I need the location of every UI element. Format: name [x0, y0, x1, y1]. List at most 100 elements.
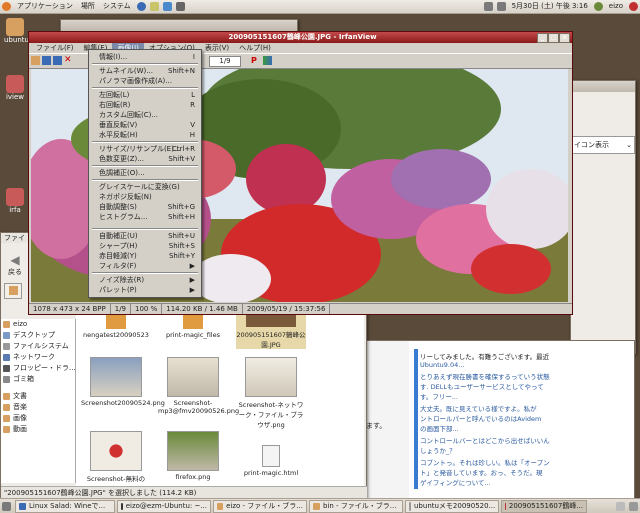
sidebar-item-home[interactable]: eizo [1, 319, 75, 330]
blog-line[interactable]: しょうか_？ [420, 445, 456, 455]
location-toggle-button[interactable] [4, 283, 22, 299]
sidebar-item-pictures[interactable]: 画像 [1, 413, 75, 424]
menu-item-rotate-right[interactable]: 右回転(R) R [89, 100, 201, 110]
open-icon[interactable] [31, 56, 40, 65]
volume-icon[interactable] [496, 2, 506, 11]
menu-item-negative[interactable]: ネガポジ反転(N) [89, 192, 201, 202]
menu-item-palette[interactable]: パレット(P) ▶ [89, 285, 201, 295]
menu-view[interactable]: 表示(V) [200, 43, 234, 53]
file-item-selected[interactable]: 200905151607鶴峰公園.JPG [236, 313, 306, 349]
blog-line[interactable]: ト」と発音しています。おっ、そうだ。現 [420, 467, 542, 477]
menu-item-info[interactable]: 情報(I)... I [89, 52, 201, 62]
desktop-icon-irfa[interactable]: irfa [4, 188, 26, 214]
minimize-icon[interactable]: _ [537, 33, 548, 43]
blog-line[interactable]: ゲイフィングについて... [420, 477, 491, 487]
print-icon[interactable]: P [251, 56, 260, 65]
menu-item-auto-correct[interactable]: 自動補正(U) Shift+U [89, 231, 201, 241]
menu-places[interactable]: 場所 [77, 0, 99, 13]
menu-item-resize[interactable]: リサイズ/リサンプル(E)... Ctrl+R [89, 144, 201, 154]
blog-line[interactable]: の画面下部... [420, 423, 459, 433]
sidebar-item-floppy[interactable]: フロッピー・ドラ... [1, 363, 75, 374]
show-desktop-icon[interactable] [2, 501, 11, 511]
file-item[interactable]: Screenshot20090524.png [81, 357, 165, 407]
menu-item-panorama[interactable]: パノラマ画像作成(A)... [89, 76, 201, 86]
menu-item-noise[interactable]: ノイズ除去(R) ▶ [89, 275, 201, 285]
thumbnails-icon[interactable] [263, 56, 272, 65]
menu-item-sharpen[interactable]: シャープ(H) Shift+S [89, 241, 201, 251]
power-icon[interactable] [629, 2, 638, 11]
background-window-titlebar[interactable] [61, 20, 297, 31]
menu-system[interactable]: システム [99, 0, 135, 13]
file-item[interactable]: nengatest20090523 [81, 315, 151, 339]
file-item[interactable]: print-magic.html [236, 431, 306, 477]
blog-line[interactable]: Ubuntu9.04... [420, 361, 464, 369]
irfanview-titlebar[interactable]: 200905151607鶴峰公園.JPG - IrfanView _ □ × [29, 32, 572, 43]
blog-line[interactable]: す。フリー... [420, 391, 458, 401]
save-icon[interactable] [42, 56, 51, 65]
sidebar-item-music[interactable]: 音楽 [1, 402, 75, 413]
network-icon[interactable] [483, 2, 493, 11]
blog-line[interactable]: とりあえず現在勝書を確保するっていう状態 [420, 371, 550, 381]
menu-item-custom-rotate[interactable]: カスタム回転(C)... [89, 110, 201, 120]
blog-line[interactable]: コブントっ。それは珍しい。私は「オープン [420, 457, 550, 467]
page-field[interactable]: 1/9 [209, 56, 241, 67]
folder-icon [106, 315, 126, 329]
menu-help[interactable]: ヘルプ(H) [234, 43, 276, 53]
delete-icon[interactable]: ✕ [64, 56, 73, 65]
menu-item-filters[interactable]: フィルタ(F) ▶ [89, 261, 201, 271]
file-item[interactable]: Screenshot-無料のオ... [81, 431, 151, 493]
firefox-icon[interactable] [136, 2, 146, 11]
blog-line[interactable]: 大丈夫。既に見えている様ですよ。私が [420, 403, 537, 413]
sidebar-item-filesystem[interactable]: ファイルシステム [1, 341, 75, 352]
menu-item-histogram[interactable]: ヒストグラム... Shift+H [89, 212, 201, 222]
mail-icon[interactable] [149, 2, 159, 11]
menu-item-red-eye[interactable]: 赤目軽減(Y) Shift+Y [89, 251, 201, 261]
sidebar-item-desktop[interactable]: デスクトップ [1, 330, 75, 341]
menu-item-flip-horizontal[interactable]: 水平反転(H) H [89, 130, 201, 140]
blog-line[interactable]: コントロールバーとはどこから出せばいいん [420, 435, 550, 445]
terminal-icon[interactable] [175, 2, 185, 11]
menu-file[interactable]: ファイル(F) [31, 43, 79, 53]
user-name[interactable]: eizo [605, 0, 627, 13]
task-ubuntu-memo[interactable]: ubuntuメモ20090520... [405, 499, 499, 513]
view-mode-select[interactable]: イコン表示 ⌄ [571, 136, 635, 154]
file-item[interactable]: Screenshot-mp3@fmv20090526.png [158, 357, 239, 415]
save-as-icon[interactable] [53, 56, 62, 65]
menu-item-flip-vertical[interactable]: 垂直反転(V) V [89, 120, 201, 130]
sidebar-item-network[interactable]: ネットワーク [1, 352, 75, 363]
task-fm-eizo[interactable]: eizo - ファイル・ブラ... [213, 499, 307, 513]
sidebar-item-documents[interactable]: 文書 [1, 391, 75, 402]
menu-item-color-correction[interactable]: 色調補正(O)... [89, 168, 201, 178]
task-irfanview[interactable]: 200905151607鶴峰... [501, 499, 587, 513]
menu-item-thumbnails[interactable]: サムネイル(W)... Shift+N [89, 66, 201, 76]
task-fm-bin[interactable]: bin - ファイル・ブラ... [309, 499, 403, 513]
help-icon[interactable] [162, 2, 172, 11]
blog-line[interactable]: す. DELLもユーザーサービスとしてやって [420, 381, 544, 391]
sidebar-item-trash[interactable]: ゴミ箱 [1, 374, 75, 385]
file-item[interactable]: print-magic_files [158, 315, 228, 339]
right-window[interactable]: イコン表示 ⌄ [570, 80, 636, 354]
blog-left-column: ます。 [364, 341, 409, 499]
desktop-icon-iview[interactable]: iview [4, 75, 26, 101]
file-item[interactable]: firefox.png [158, 431, 228, 481]
sidebar-item-videos[interactable]: 動画 [1, 424, 75, 435]
clock[interactable]: 5月30日 (土) 午後 3:16 [508, 0, 592, 13]
back-button[interactable]: ◀ 戻る [4, 253, 26, 276]
maximize-icon[interactable]: □ [548, 33, 559, 43]
blog-window[interactable]: ます。 リーしてみました。有難うございます。最近 Ubuntu9.04... と… [363, 340, 635, 500]
trash-icon[interactable] [629, 501, 638, 511]
fm-menu-file[interactable]: ファイ [4, 234, 25, 242]
file-item[interactable]: Screenshot-ネットワーク・ファイル・ブラウザ.png [236, 357, 306, 429]
workspace-icon[interactable] [616, 501, 625, 511]
menu-item-rotate-left[interactable]: 左回転(L) L [89, 90, 201, 100]
close-icon[interactable]: × [559, 33, 570, 43]
menu-item-auto-adjust[interactable]: 自動調整(S) Shift+G [89, 202, 201, 212]
right-window-titlebar[interactable] [571, 81, 635, 92]
menu-item-grayscale[interactable]: グレイスケールに変換(G) [89, 182, 201, 192]
task-terminal[interactable]: eizo@ezm-Ubuntu: ~... [117, 499, 211, 513]
blog-line[interactable]: ントロールパーと呼んでいるのはAvidem [420, 413, 541, 423]
menu-applications[interactable]: アプリケーション [13, 0, 77, 13]
menu-item-color-depth[interactable]: 色数変更(Z)... Shift+V [89, 154, 201, 164]
task-linux-salad[interactable]: Linux Salad: Wineで... [15, 499, 115, 513]
desktop-icon-ubuntu[interactable]: ubuntu [4, 18, 29, 44]
